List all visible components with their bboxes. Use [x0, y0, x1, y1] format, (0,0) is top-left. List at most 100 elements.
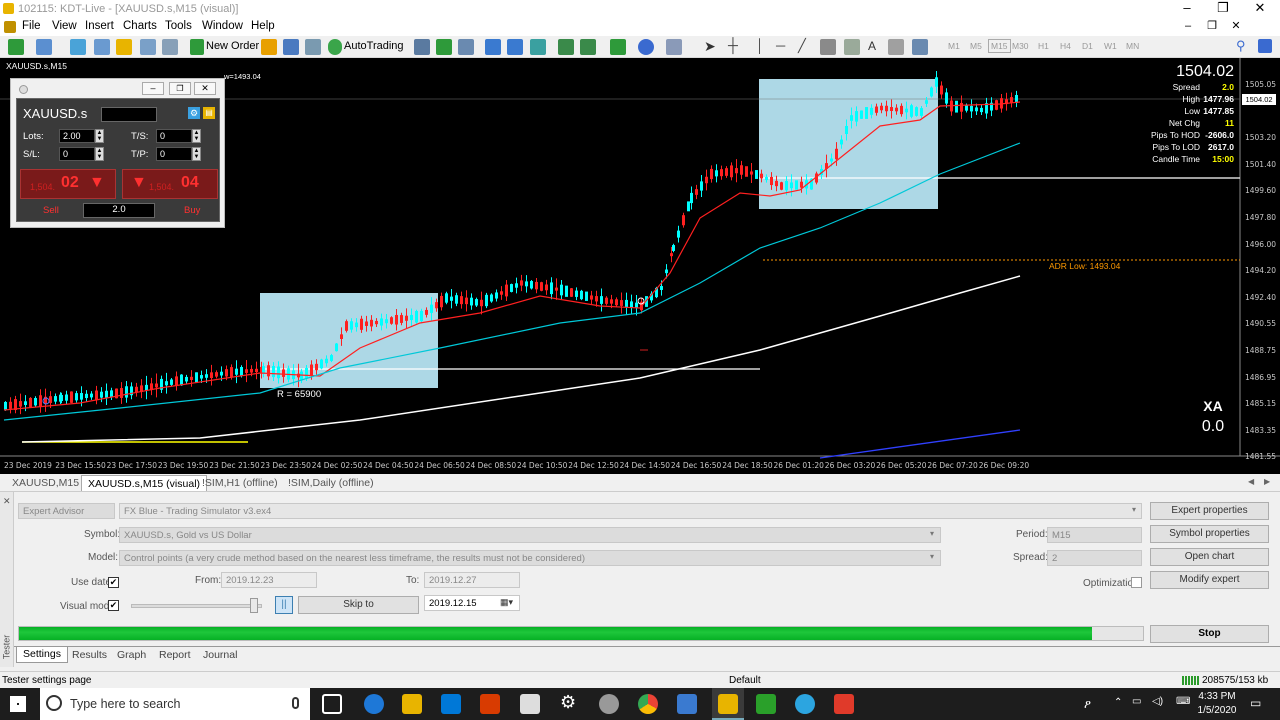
new-chart-icon[interactable] — [8, 39, 24, 55]
cursor-icon[interactable]: ➤ — [704, 38, 716, 55]
profiles-icon[interactable] — [36, 39, 52, 55]
chrome-icon[interactable] — [638, 694, 658, 714]
stop-button[interactable]: Stop — [1150, 625, 1269, 643]
menu-window[interactable]: Window — [202, 20, 243, 32]
signals-icon[interactable] — [283, 39, 299, 55]
zoom-in-icon[interactable] — [485, 39, 501, 55]
speed-slider-track[interactable] — [131, 604, 262, 608]
tab-graph[interactable]: Graph — [111, 648, 152, 664]
bar-chart-icon[interactable] — [414, 39, 430, 55]
tp-input[interactable]: 0 — [156, 147, 192, 161]
market-watch-icon[interactable] — [70, 39, 86, 55]
expert-advisor-select[interactable]: FX Blue - Trading Simulator v3.ex4 — [119, 503, 1142, 519]
task-view-icon[interactable] — [322, 694, 342, 714]
buy-button[interactable]: ▼ 1,504. 04 — [122, 169, 218, 199]
text-tool-icon[interactable]: A — [868, 39, 876, 53]
calendar-icon[interactable]: ▦▾ — [500, 597, 513, 608]
tab-report[interactable]: Report — [153, 648, 197, 664]
period-d1[interactable]: D1 — [1082, 41, 1093, 51]
recorder-icon[interactable] — [834, 694, 854, 714]
office-icon[interactable] — [480, 694, 500, 714]
panel-options-icon[interactable]: ▤ — [203, 107, 215, 119]
one-click-trade-panel[interactable]: – ❐ ✕ XAUUSD.s ⚙ ▤ Lots: 2.00 ▲ ▼ T/S: 0 … — [10, 78, 225, 228]
arrows-icon[interactable] — [912, 39, 928, 55]
panel-close-button[interactable]: ✕ — [194, 82, 216, 95]
optimization-checkbox[interactable] — [1131, 577, 1142, 588]
settings-gear-taskbar-icon[interactable]: ⚙ — [560, 692, 576, 713]
data-window-icon[interactable] — [94, 39, 110, 55]
mail-icon[interactable] — [520, 694, 540, 714]
tab-scroll-left-icon[interactable]: ◀ — [1248, 477, 1254, 486]
sl-spinner[interactable]: ▲ ▼ — [95, 147, 104, 161]
store-icon[interactable] — [441, 694, 461, 714]
tp-spinner[interactable]: ▲ ▼ — [192, 147, 201, 161]
volume-icon[interactable]: ◁) — [1152, 696, 1163, 707]
tab-results[interactable]: Results — [66, 648, 113, 664]
child-restore-button[interactable]: ❐ — [1200, 18, 1224, 36]
chat-icon[interactable] — [1258, 39, 1272, 53]
vertical-line-icon[interactable]: │ — [756, 38, 764, 53]
meta-editor-icon[interactable] — [261, 39, 277, 55]
text-label-icon[interactable] — [888, 39, 904, 55]
menu-insert[interactable]: Insert — [85, 20, 114, 32]
sl-input[interactable]: 0 — [59, 147, 95, 161]
spread-select[interactable]: 2 — [1047, 550, 1142, 566]
metatrader-taskbar-active[interactable] — [712, 688, 744, 720]
child-close-button[interactable]: ✕ — [1224, 18, 1248, 36]
search-icon[interactable]: ⚲ — [1236, 38, 1246, 54]
use-date-checkbox[interactable]: ✔ — [108, 577, 119, 588]
model-dropdown-icon[interactable]: ▾ — [930, 552, 934, 561]
lots-input[interactable]: 2.00 — [59, 129, 95, 143]
period-select[interactable]: M15 — [1047, 527, 1142, 543]
visual-mode-checkbox[interactable]: ✔ — [108, 600, 119, 611]
tab-settings[interactable]: Settings — [16, 647, 68, 663]
period-h1[interactable]: H1 — [1038, 41, 1049, 51]
new-order-icon[interactable] — [190, 39, 204, 55]
camtasia-green-icon[interactable] — [756, 694, 776, 714]
templates-icon[interactable] — [666, 39, 682, 55]
menu-tools[interactable]: Tools — [165, 20, 192, 32]
file-explorer-icon[interactable] — [402, 694, 422, 714]
child-minimize-button[interactable]: – — [1176, 18, 1200, 36]
windows-start-icon[interactable] — [10, 696, 26, 712]
chart-shift-icon[interactable] — [580, 39, 596, 55]
line-chart-icon[interactable] — [458, 39, 474, 55]
new-order-button[interactable]: New Order — [206, 40, 259, 52]
autotrading-button[interactable]: AutoTrading — [344, 40, 404, 52]
symbol-properties-button[interactable]: Symbol properties — [1150, 525, 1269, 543]
model-select[interactable]: Control points (a very crude method base… — [119, 550, 941, 566]
tray-date[interactable]: 1/5/2020 — [1194, 705, 1240, 716]
period-m30[interactable]: M30 — [1012, 41, 1029, 51]
period-m1[interactable]: M1 — [948, 41, 960, 51]
periods-icon[interactable] — [638, 39, 654, 55]
close-button[interactable]: ✕ — [1241, 0, 1279, 18]
lots-spinner[interactable]: ▲ ▼ — [95, 129, 104, 143]
chart-tab-sim-h1[interactable]: !SIM,H1 (offline) — [196, 475, 284, 491]
period-w1[interactable]: W1 — [1104, 41, 1117, 51]
chart-window-icon[interactable] — [4, 21, 16, 33]
from-date-input[interactable]: 2019.12.23 — [221, 572, 317, 588]
to-date-input[interactable]: 2019.12.27 — [424, 572, 520, 588]
open-chart-button[interactable]: Open chart — [1150, 548, 1269, 566]
keyboard-icon[interactable]: ⌨ — [1176, 696, 1190, 707]
people-icon[interactable]: ዖ — [1084, 697, 1091, 712]
terminal-icon[interactable] — [140, 39, 156, 55]
tray-expand-icon[interactable]: ⌃ — [1114, 697, 1122, 708]
settings-gear-icon[interactable]: ⚙ — [188, 107, 200, 119]
crosshair-icon[interactable]: ┼ — [728, 37, 738, 53]
candlestick-icon[interactable] — [436, 39, 452, 55]
menu-help[interactable]: Help — [251, 20, 275, 32]
tester-close-icon[interactable]: ✕ — [3, 496, 11, 507]
pause-button[interactable]: || — [275, 596, 293, 614]
period-m15[interactable]: M15 — [988, 39, 1011, 53]
symbol-dropdown-icon[interactable]: ▾ — [930, 529, 934, 538]
market-icon[interactable] — [305, 39, 321, 55]
tester-icon[interactable] — [162, 39, 178, 55]
skip-to-button[interactable]: Skip to — [298, 596, 419, 614]
navigator-icon[interactable] — [116, 39, 132, 55]
tile-windows-icon[interactable] — [530, 39, 546, 55]
microphone-icon[interactable] — [292, 697, 299, 709]
network-app-icon[interactable] — [599, 694, 619, 714]
tab-journal[interactable]: Journal — [197, 648, 243, 664]
panel-minimize-button[interactable]: – — [142, 82, 164, 95]
